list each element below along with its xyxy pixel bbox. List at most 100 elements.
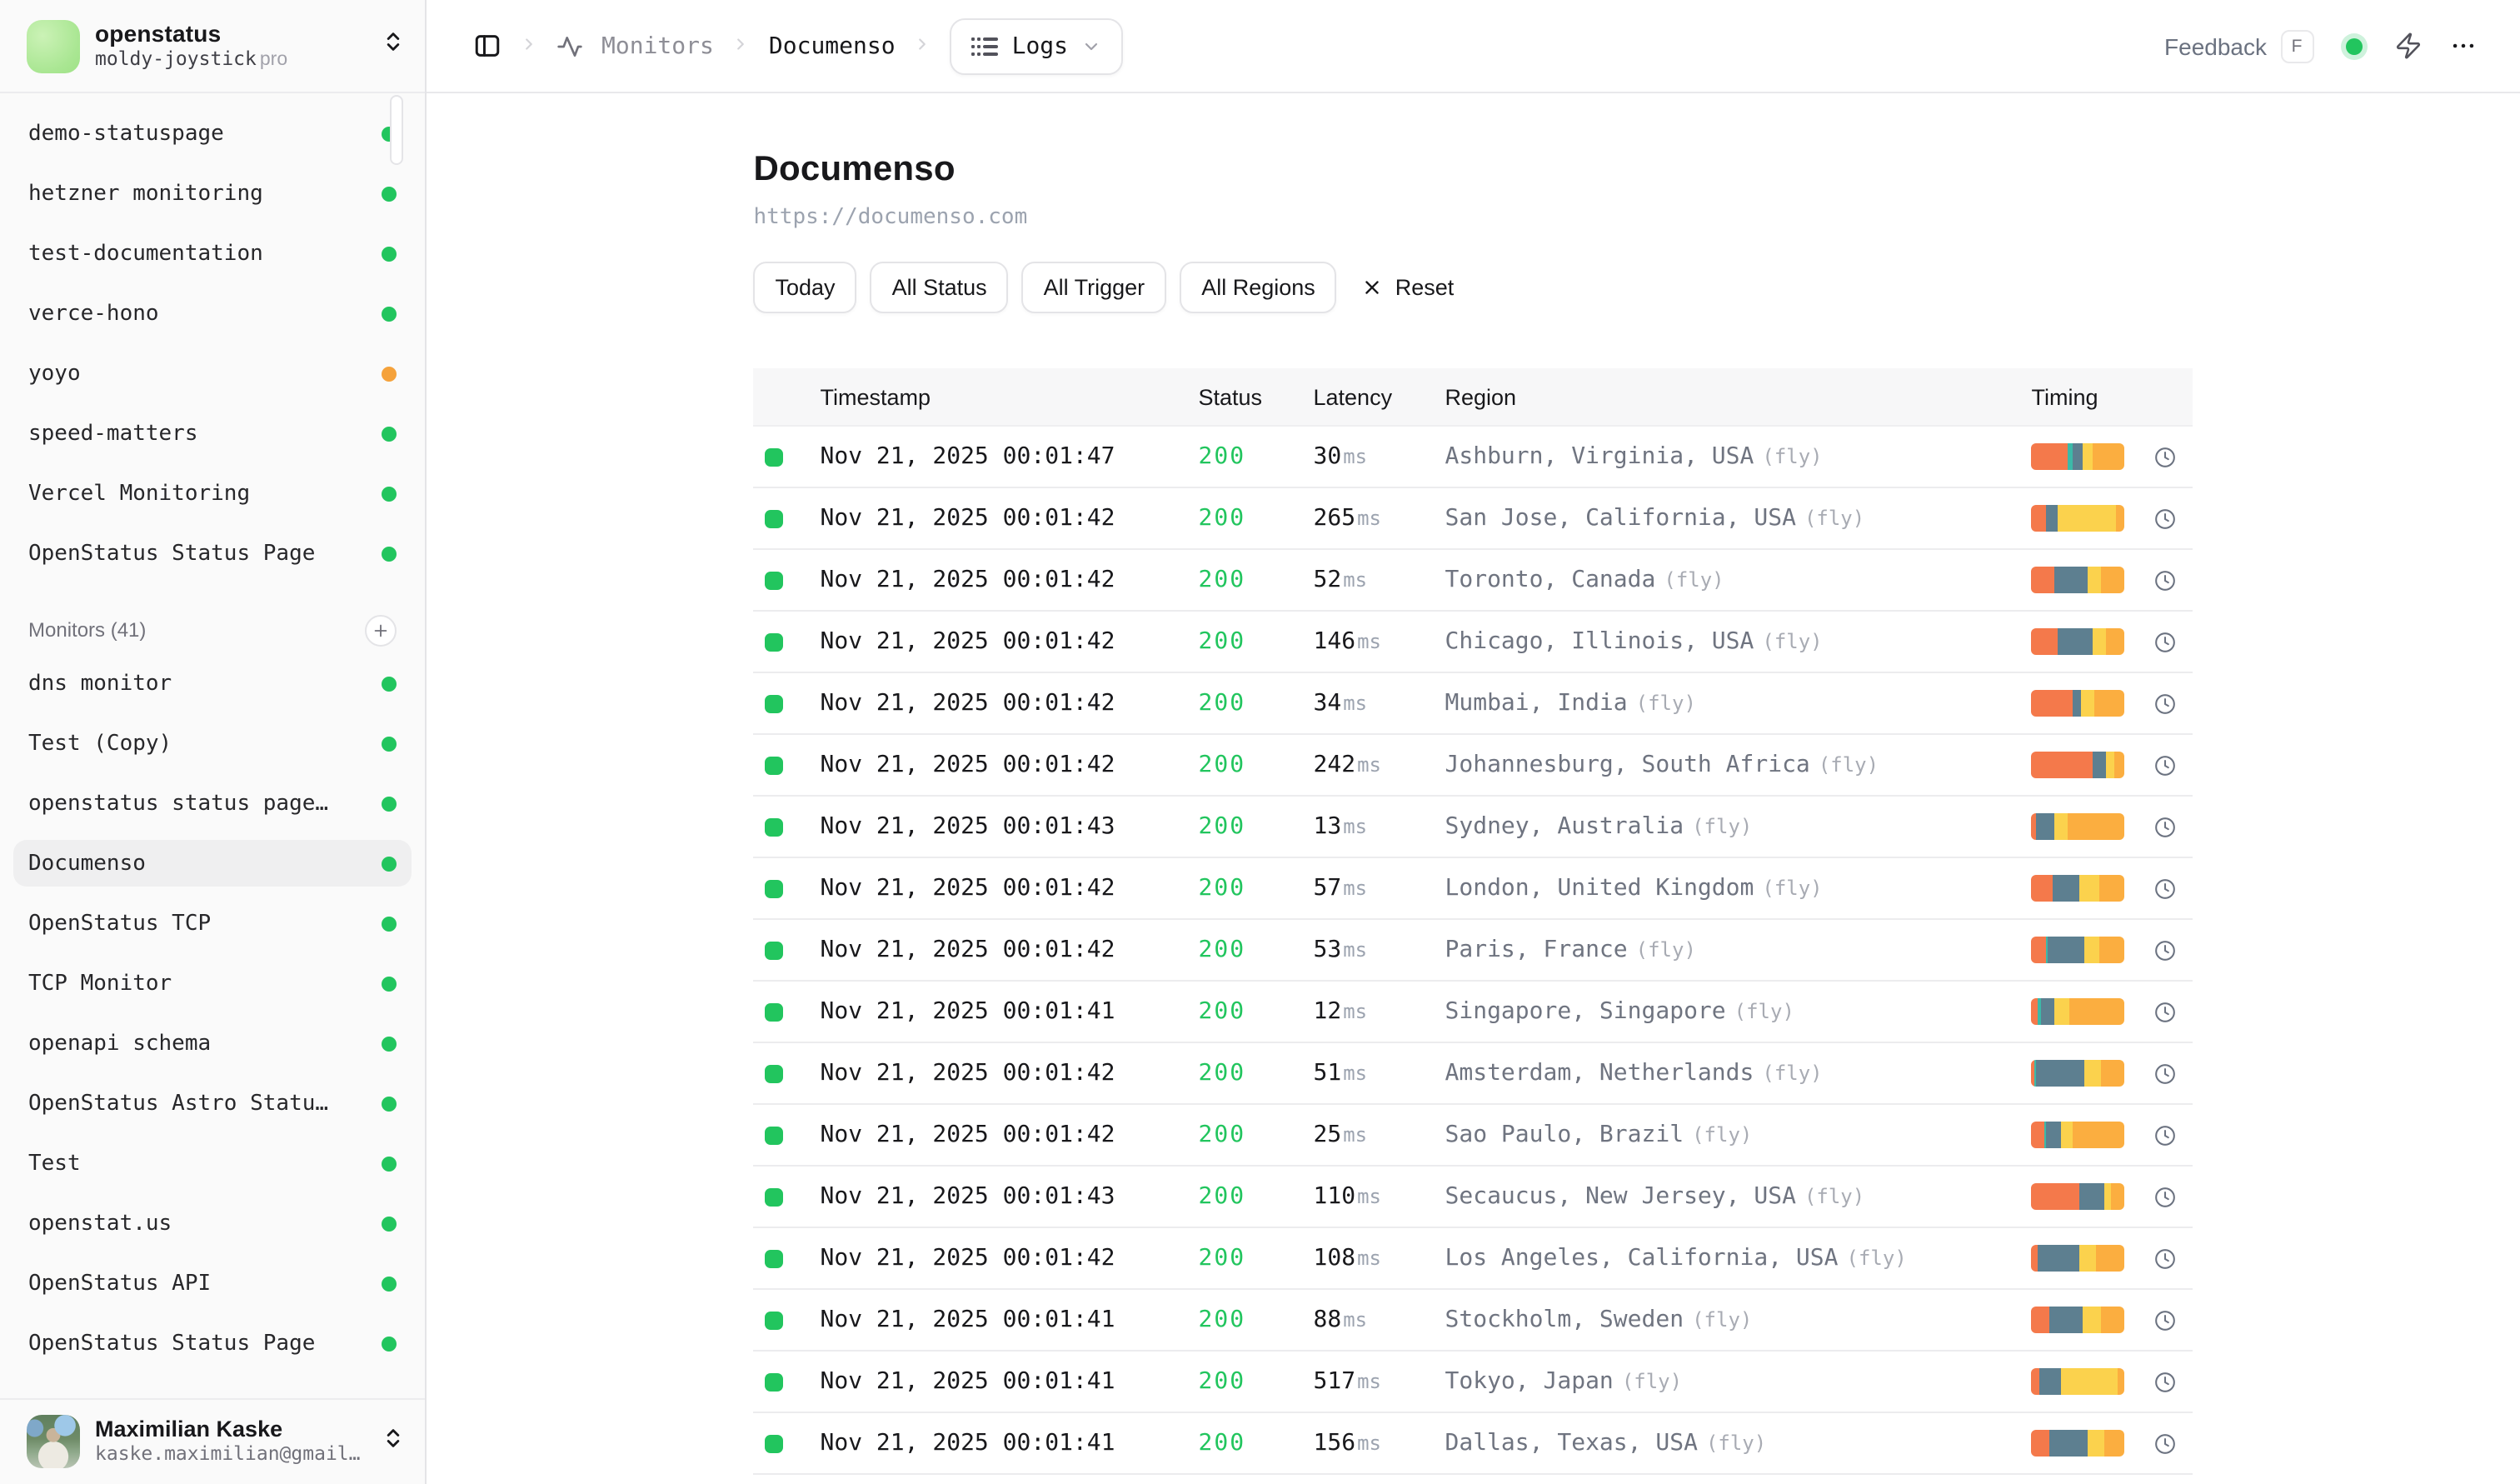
feedback-shortcut-kbd: F xyxy=(2280,29,2313,62)
status-dot xyxy=(382,916,397,931)
sidebar-monitor-dns-monitor[interactable]: dns monitor xyxy=(13,660,412,707)
feedback-button[interactable]: Feedback F xyxy=(2164,29,2313,62)
filter-bar: Today All Status All Trigger All Regions… xyxy=(754,262,2193,313)
status-dot xyxy=(382,1156,397,1171)
sidebar-monitor-openapi-schema[interactable]: openapi schema xyxy=(13,1020,412,1067)
table-row[interactable]: Nov 21, 2025 00:01:4220052msToronto, Can… xyxy=(754,550,2193,612)
sidebar-page-demo-statuspage[interactable]: demo-statuspage xyxy=(13,110,412,157)
cell-latency: 34ms xyxy=(1314,690,1445,717)
sidebar-scrollbar-thumb[interactable] xyxy=(390,95,403,165)
table-row[interactable]: Nov 21, 2025 00:01:42200242msJohannesbur… xyxy=(754,735,2193,797)
sidebar-page-test-documentation[interactable]: test-documentation xyxy=(13,230,412,277)
table-row[interactable]: Nov 21, 2025 00:01:42200108msLos Angeles… xyxy=(754,1228,2193,1290)
workspace-switcher[interactable]: openstatus moldy-joystickpro xyxy=(0,0,425,93)
clock-icon[interactable] xyxy=(2155,939,2177,961)
table-row[interactable]: Nov 21, 2025 00:01:41200156msDallas, Tex… xyxy=(754,1413,2193,1475)
cell-region: Secaucus, New Jersey, USA(fly) xyxy=(1445,1183,2032,1210)
sidebar-monitor-openstatus-api[interactable]: OpenStatus API xyxy=(13,1260,412,1307)
more-options-icon[interactable] xyxy=(2448,32,2477,60)
table-row[interactable]: Nov 21, 2025 00:01:4320013msSydney, Aust… xyxy=(754,797,2193,858)
logs-table: Timestamp Status Latency Region Timing N… xyxy=(754,368,2193,1475)
sidebar-toggle-icon[interactable] xyxy=(473,32,502,60)
latency-unit: ms xyxy=(1357,1432,1381,1455)
latency-unit: ms xyxy=(1357,1247,1381,1270)
clock-icon[interactable] xyxy=(2155,1124,2177,1146)
clock-icon[interactable] xyxy=(2155,692,2177,714)
cell-latency: 53ms xyxy=(1314,937,1445,963)
region-provider: (fly) xyxy=(1622,1370,1682,1393)
filter-regions-button[interactable]: All Regions xyxy=(1180,262,1337,313)
system-status-indicator[interactable] xyxy=(2340,32,2367,59)
sidebar-monitor-openstatus-tcp[interactable]: OpenStatus TCP xyxy=(13,900,412,947)
user-menu[interactable]: Maximilian Kaske kaske.maximilian@gmail… xyxy=(0,1397,425,1484)
sidebar-page-speed-matters[interactable]: speed-matters xyxy=(13,410,412,457)
sidebar-page-vercel-monitoring[interactable]: Vercel Monitoring xyxy=(13,470,412,517)
item-label: openapi schema xyxy=(28,1031,211,1056)
table-row[interactable]: Nov 21, 2025 00:01:4720030msAshburn, Vir… xyxy=(754,427,2193,488)
clock-icon[interactable] xyxy=(2155,631,2177,652)
timing-bar xyxy=(2032,998,2125,1025)
status-square xyxy=(766,817,784,836)
clock-icon[interactable] xyxy=(2155,569,2177,591)
clock-icon[interactable] xyxy=(2155,816,2177,837)
clock-icon[interactable] xyxy=(2155,1001,2177,1022)
table-row[interactable]: Nov 21, 2025 00:01:4220025msSao Paulo, B… xyxy=(754,1105,2193,1167)
region-provider: (fly) xyxy=(1692,1308,1752,1332)
cell-region: Sao Paulo, Brazil(fly) xyxy=(1445,1122,2032,1148)
clock-icon[interactable] xyxy=(2155,1062,2177,1084)
clock-icon[interactable] xyxy=(2155,754,2177,776)
cell-latency: 265ms xyxy=(1314,505,1445,532)
table-row[interactable]: Nov 21, 2025 00:01:4220053msParis, Franc… xyxy=(754,920,2193,982)
sidebar-monitor-openstat-us[interactable]: openstat.us xyxy=(13,1200,412,1247)
sidebar-monitor-documenso[interactable]: Documenso xyxy=(13,840,412,887)
clock-icon[interactable] xyxy=(2155,1186,2177,1207)
table-row[interactable]: Nov 21, 2025 00:01:41200517msTokyo, Japa… xyxy=(754,1352,2193,1413)
sidebar-monitor-openstatus-status-page[interactable]: OpenStatus Status Page xyxy=(13,1320,412,1367)
sidebar-monitor-tcp-monitor[interactable]: TCP Monitor xyxy=(13,960,412,1007)
zap-icon[interactable] xyxy=(2393,32,2422,60)
table-row[interactable]: Nov 21, 2025 00:01:4220051msAmsterdam, N… xyxy=(754,1043,2193,1105)
sidebar-monitor-test-copy-[interactable]: Test (Copy) xyxy=(13,720,412,767)
region-provider: (fly) xyxy=(1734,1000,1794,1023)
clock-icon[interactable] xyxy=(2155,1432,2177,1454)
add-monitor-button[interactable] xyxy=(365,614,397,646)
cell-status: 200 xyxy=(1199,813,1314,840)
sidebar-page-hetzner-monitoring[interactable]: hetzner monitoring xyxy=(13,170,412,217)
region-name: Mumbai, India xyxy=(1445,690,1628,717)
filter-period-button[interactable]: Today xyxy=(754,262,857,313)
item-label: speed-matters xyxy=(28,421,198,446)
clock-icon[interactable] xyxy=(2155,1247,2177,1269)
status-square xyxy=(766,756,784,774)
sidebar-monitor-openstatus-astro-statu-[interactable]: OpenStatus Astro Statu… xyxy=(13,1080,412,1127)
sidebar-page-yoyo[interactable]: yoyo xyxy=(13,350,412,397)
latency-value: 52 xyxy=(1314,567,1342,593)
clock-icon[interactable] xyxy=(2155,507,2177,529)
breadcrumb-documenso[interactable]: Documenso xyxy=(769,32,896,59)
cell-timestamp: Nov 21, 2025 00:01:42 xyxy=(821,875,1199,902)
clock-icon[interactable] xyxy=(2155,446,2177,467)
table-row[interactable]: Nov 21, 2025 00:01:4120088msStockholm, S… xyxy=(754,1290,2193,1352)
sidebar-page-verce-hono[interactable]: verce-hono xyxy=(13,290,412,337)
clock-icon[interactable] xyxy=(2155,877,2177,899)
clock-icon[interactable] xyxy=(2155,1371,2177,1392)
table-row[interactable]: Nov 21, 2025 00:01:43200110msSecaucus, N… xyxy=(754,1167,2193,1228)
clock-icon[interactable] xyxy=(2155,1309,2177,1331)
latency-unit: ms xyxy=(1343,1000,1367,1023)
table-row[interactable]: Nov 21, 2025 00:01:4220057msLondon, Unit… xyxy=(754,858,2193,920)
status-square xyxy=(766,632,784,651)
timing-bar xyxy=(2032,1430,2125,1457)
sidebar-page-openstatus-status-page[interactable]: OpenStatus Status Page xyxy=(13,530,412,577)
table-row[interactable]: Nov 21, 2025 00:01:42200265msSan Jose, C… xyxy=(754,488,2193,550)
filter-status-button[interactable]: All Status xyxy=(871,262,1009,313)
table-row[interactable]: Nov 21, 2025 00:01:4220034msMumbai, Indi… xyxy=(754,673,2193,735)
sidebar-monitor-test[interactable]: Test xyxy=(13,1140,412,1187)
breadcrumb-monitors[interactable]: Monitors xyxy=(601,32,714,59)
latency-value: 88 xyxy=(1314,1307,1342,1333)
filter-trigger-button[interactable]: All Trigger xyxy=(1022,262,1167,313)
logs-view-selector[interactable]: Logs xyxy=(951,17,1123,74)
table-row[interactable]: Nov 21, 2025 00:01:42200146msChicago, Il… xyxy=(754,612,2193,673)
table-row[interactable]: Nov 21, 2025 00:01:4120012msSingapore, S… xyxy=(754,982,2193,1043)
reset-filters-button[interactable]: Reset xyxy=(1362,275,1455,300)
cell-timestamp: Nov 21, 2025 00:01:42 xyxy=(821,937,1199,963)
sidebar-monitor-openstatus-status-page-[interactable]: openstatus status page… xyxy=(13,780,412,827)
